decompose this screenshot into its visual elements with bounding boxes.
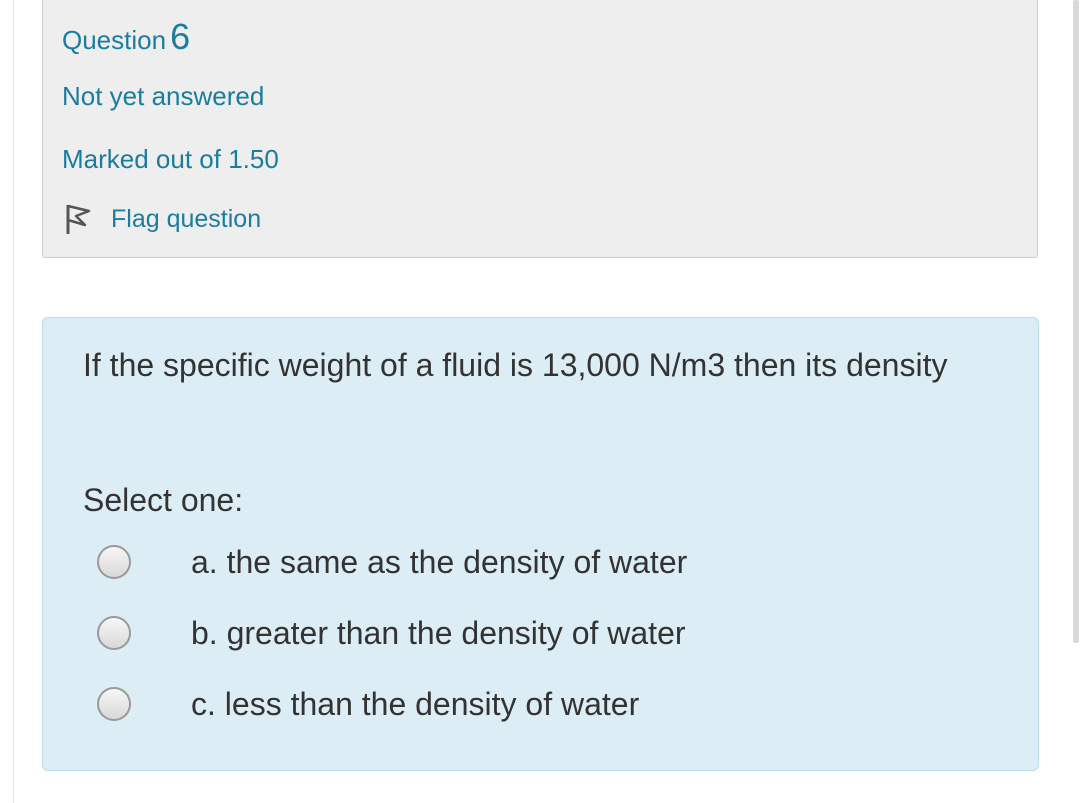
question-content-panel: If the specific weight of a fluid is 13,… <box>42 317 1039 771</box>
radio-button[interactable] <box>97 545 131 579</box>
page-left-border <box>13 0 14 803</box>
radio-button[interactable] <box>97 616 131 650</box>
question-number: 6 <box>170 16 191 57</box>
question-text: If the specific weight of a fluid is 13,… <box>83 347 948 383</box>
question-state: Not yet answered <box>62 81 265 111</box>
scrollbar[interactable] <box>1072 0 1080 643</box>
answer-prompt: Select one: <box>83 482 244 518</box>
flag-question-label[interactable]: Flag question <box>111 202 261 236</box>
answer-option-b[interactable]: b. greater than the density of water <box>97 611 997 655</box>
flag-question-link[interactable]: Flag question <box>63 201 261 237</box>
flag-icon[interactable] <box>63 202 93 236</box>
scrollbar-thumb[interactable] <box>1073 0 1079 643</box>
question-title: Question 6 <box>62 17 190 60</box>
answer-label[interactable]: a. the same as the density of water <box>191 542 687 582</box>
answer-label[interactable]: b. greater than the density of water <box>191 613 686 653</box>
answer-option-c[interactable]: c. less than the density of water <box>97 682 997 726</box>
answer-label[interactable]: c. less than the density of water <box>191 684 639 724</box>
radio-button[interactable] <box>97 687 131 721</box>
question-title-prefix: Question <box>62 25 167 55</box>
question-info-panel: Question 6 Not yet answered Marked out of… <box>42 0 1038 258</box>
question-grade: Marked out of 1.50 <box>62 144 279 174</box>
answer-option-a[interactable]: a. the same as the density of water <box>97 540 997 584</box>
